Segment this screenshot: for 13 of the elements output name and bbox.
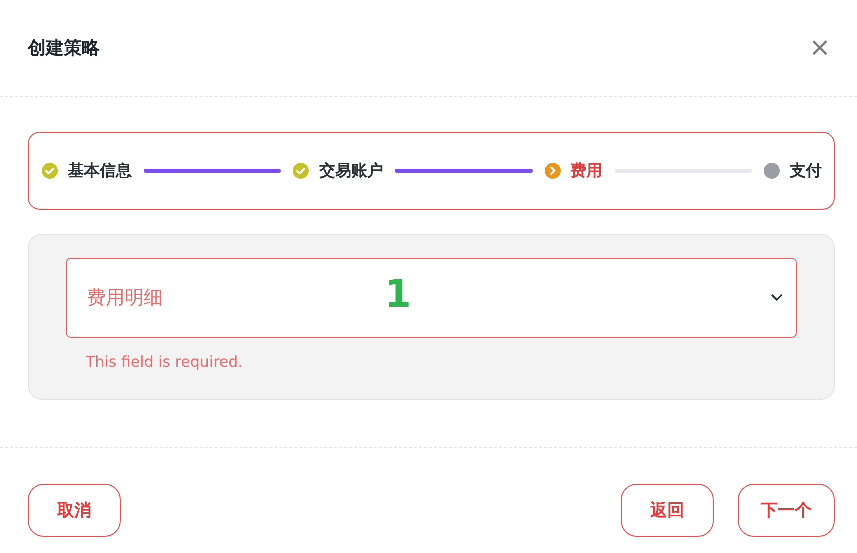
step-label[interactable]: 交易账户 — [319, 160, 384, 182]
close-button[interactable]: × — [803, 35, 837, 61]
step-label[interactable]: 费用 — [570, 160, 603, 182]
chevron-down-icon — [771, 294, 783, 302]
back-button[interactable]: 返回 — [621, 484, 714, 537]
next-button[interactable]: 下一个 — [738, 484, 835, 537]
error-message: This field is required. — [86, 353, 244, 371]
step-label[interactable]: 基本信息 — [68, 160, 132, 182]
annotation-number: 1 — [385, 275, 412, 313]
dialog-title: 创建策略 — [28, 37, 100, 60]
cancel-button[interactable]: 取消 — [28, 484, 121, 537]
step-label[interactable]: 支付 — [790, 160, 822, 182]
select-field[interactable]: 费用明细 1 — [66, 258, 797, 338]
